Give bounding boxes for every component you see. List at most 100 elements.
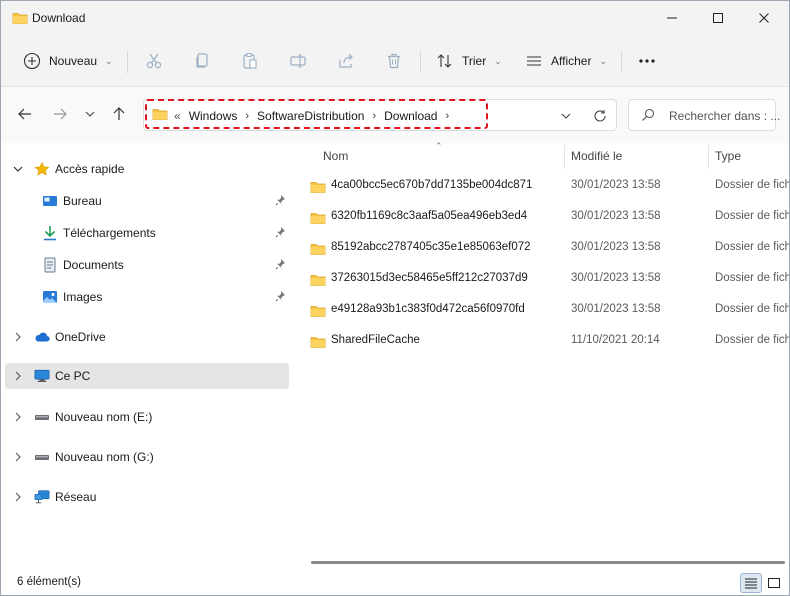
arrow-left-icon [18,108,31,120]
file-modified: 30/01/2023 13:58 [571,272,661,284]
up-button[interactable] [108,103,130,125]
chevron-right-icon[interactable] [13,370,23,382]
horizontal-scrollbar[interactable] [311,561,785,564]
nav-item-label: Ce PC [55,369,91,383]
cut-button[interactable] [141,49,167,73]
rename-icon [290,54,306,68]
chevron-down-icon [561,113,571,119]
chevron-down-icon[interactable] [13,163,23,175]
pin-icon[interactable] [275,194,287,209]
file-modified: 30/01/2023 13:58 [571,303,661,315]
cut-icon [146,53,162,69]
view-button-label: Afficher [551,54,592,68]
tiles-view-icon [768,578,780,588]
pin-icon[interactable] [275,226,287,241]
delete-button[interactable] [381,49,407,73]
search-input[interactable]: Rechercher dans : ... [628,99,780,131]
rename-button[interactable] [285,49,311,73]
nav-item-quick-access[interactable]: Accès rapide [5,156,289,182]
close-button[interactable] [741,1,787,35]
details-view-button[interactable] [740,573,762,593]
chevron-right-icon[interactable] [13,451,23,463]
column-divider[interactable] [564,145,565,169]
refresh-icon [594,110,606,122]
breadcrumb-softwaredistribution[interactable]: SoftwareDistribution [257,109,364,123]
nav-item-downloads[interactable]: Téléchargements [5,220,289,246]
column-header-modified[interactable]: Modifié le [571,149,622,163]
search-placeholder: Rechercher dans : ... [669,109,781,123]
delete-icon [388,53,400,69]
nav-item-drive-g[interactable]: Nouveau nom (G:) [5,444,289,470]
column-header-type[interactable]: Type [715,149,741,163]
details-view-icon [745,578,757,589]
chevron-right-icon[interactable]: › [372,110,376,122]
nav-item-onedrive[interactable]: OneDrive [5,324,289,350]
sort-ascending-icon: ⌃ [435,141,443,151]
view-button[interactable]: Afficher ⌄ [525,47,607,75]
address-history-button[interactable] [558,108,574,124]
navigation-row: « Windows › SoftwareDistribution › Downl… [1,87,789,143]
minimize-button[interactable] [649,1,695,35]
file-row[interactable]: 37263015d3ec58465e5ff212c27037d9 30/01/2… [291,265,789,296]
file-row[interactable]: 6320fb1169c8c3aaf5a05ea496eb3ed4 30/01/2… [291,203,789,234]
minimize-icon [667,17,677,19]
paste-button[interactable] [237,49,263,73]
file-type: Dossier de fichiers [715,303,790,315]
chevron-right-icon[interactable] [13,411,23,423]
breadcrumb-overflow[interactable]: « [174,109,181,123]
nav-item-label: Réseau [55,490,97,504]
folder-icon [12,11,28,28]
sort-button[interactable]: Trier ⌄ [436,47,502,75]
command-bar: Nouveau ⌄ Trier ⌄ Afficher ⌄ [1,35,789,87]
nav-item-images[interactable]: Images [5,284,289,310]
maximize-icon [713,13,723,23]
copy-button[interactable] [189,49,215,73]
tiles-view-button[interactable] [763,573,785,593]
pin-icon[interactable] [275,258,287,273]
chevron-right-icon[interactable]: › [445,110,449,122]
chevron-down-icon: ⌄ [599,55,608,66]
file-row[interactable]: 4ca00bcc5ec670b7dd7135be004dc871 30/01/2… [291,172,789,203]
chevron-right-icon[interactable]: › [245,110,249,122]
navigation-pane: Accès rapide Bureau Téléchargements Docu… [1,143,291,569]
search-icon [641,108,655,125]
breadcrumb-download[interactable]: Download [384,109,437,123]
nav-item-label: Téléchargements [63,226,156,240]
file-type: Dossier de fichiers [715,334,790,346]
back-button[interactable] [14,103,36,125]
chevron-right-icon[interactable] [13,331,23,343]
file-row[interactable]: SharedFileCache 11/10/2021 20:14 Dossier… [291,327,790,358]
nav-item-network[interactable]: Réseau [5,484,289,510]
nav-item-this-pc[interactable]: Ce PC [5,363,289,389]
nav-item-desktop[interactable]: Bureau [5,188,289,214]
maximize-button[interactable] [695,1,741,35]
title-bar[interactable]: Download [1,1,789,35]
star-icon [34,161,50,177]
share-button[interactable] [333,49,359,73]
divider [621,51,622,73]
close-icon [759,13,769,23]
folder-icon [310,273,326,290]
recent-locations-button[interactable] [81,103,99,125]
column-divider[interactable] [708,145,709,169]
file-row[interactable]: 85192abcc2787405c35e1e85063ef072 30/01/2… [291,234,789,265]
nav-item-label: Images [63,290,103,304]
file-list: ⌃ Nom Modifié le Type 4ca00bcc5ec670b7dd… [291,141,790,569]
download-icon [42,225,58,241]
more-button[interactable] [634,49,660,73]
nav-item-label: OneDrive [55,330,106,344]
drive-icon [34,449,50,465]
chevron-right-icon[interactable] [13,491,23,503]
new-button[interactable]: Nouveau ⌄ [23,47,113,75]
breadcrumb: « Windows › SoftwareDistribution › Downl… [152,107,457,124]
breadcrumb-windows[interactable]: Windows [189,109,238,123]
file-row[interactable]: e49128a93b1c383f0d472ca56f0970fd 30/01/2… [291,296,790,327]
forward-button[interactable] [49,103,71,125]
column-header-name[interactable]: Nom [323,149,348,163]
share-icon [339,53,353,68]
address-bar[interactable]: « Windows › SoftwareDistribution › Downl… [143,99,617,131]
nav-item-documents[interactable]: Documents [5,252,289,278]
refresh-button[interactable] [590,106,610,126]
pin-icon[interactable] [275,290,287,305]
nav-item-drive-e[interactable]: Nouveau nom (E:) [5,404,289,430]
